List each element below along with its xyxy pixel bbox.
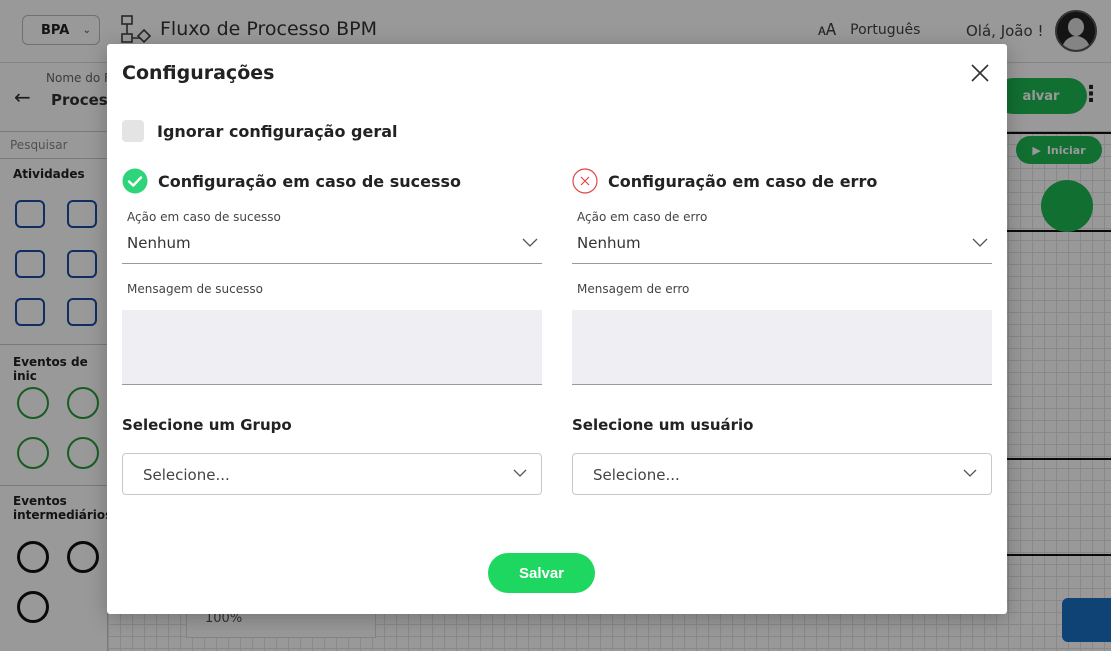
ignore-label: Ignorar configuração geral [157, 121, 398, 141]
error-message-label: Mensagem de erro [577, 282, 690, 296]
chevron-down-icon [522, 238, 538, 247]
error-message-field[interactable] [572, 310, 992, 385]
ignore-checkbox[interactable] [122, 120, 144, 142]
error-action-select[interactable]: Nenhum [572, 224, 992, 264]
success-section-title: Configuração em caso de sucesso [158, 171, 461, 191]
settings-modal: Configurações Ignorar configuração geral… [107, 44, 1007, 614]
modal-title: Configurações [122, 62, 275, 84]
close-icon[interactable] [969, 62, 991, 84]
chevron-down-icon [972, 238, 988, 247]
user-select[interactable]: Selecione... [572, 453, 992, 495]
save-button[interactable]: Salvar [488, 553, 595, 593]
group-select[interactable]: Selecione... [122, 453, 542, 495]
success-action-select[interactable]: Nenhum [122, 224, 542, 264]
error-config: Configuração em caso de erro Ação em cas… [572, 168, 992, 495]
error-section-title: Configuração em caso de erro [608, 171, 878, 191]
chevron-down-icon [963, 469, 977, 477]
success-message-field[interactable] [122, 310, 542, 385]
success-message-label: Mensagem de sucesso [127, 282, 263, 296]
error-circle-icon [572, 168, 598, 194]
error-action-label: Ação em caso de erro [577, 210, 708, 224]
success-config: Configuração em caso de sucesso Ação em … [122, 168, 542, 495]
check-circle-icon [122, 168, 148, 194]
success-action-label: Ação em caso de sucesso [127, 210, 281, 224]
ignore-general-config: Ignorar configuração geral [122, 120, 398, 142]
chevron-down-icon [513, 469, 527, 477]
group-select-label: Selecione um Grupo [122, 416, 292, 434]
user-select-label: Selecione um usuário [572, 416, 754, 434]
